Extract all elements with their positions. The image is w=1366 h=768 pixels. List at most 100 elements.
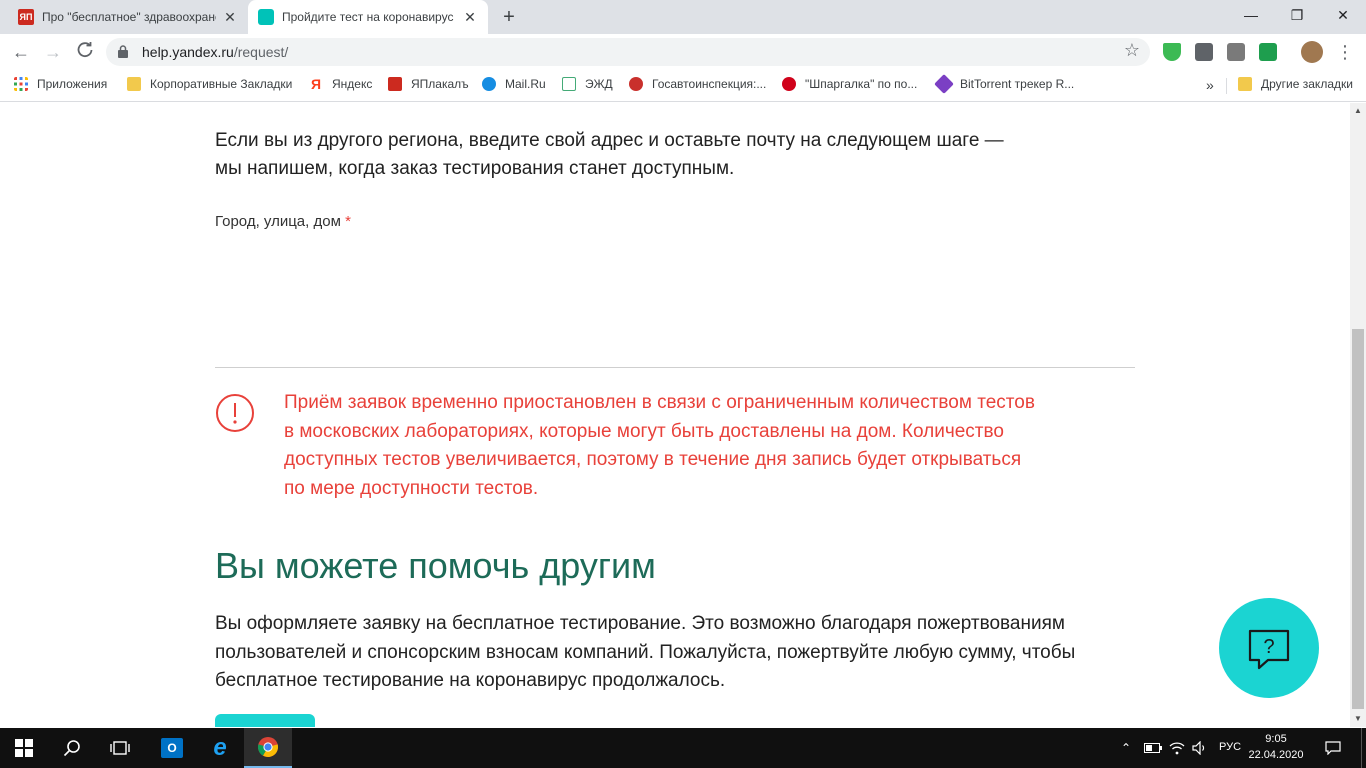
gibdd-icon	[629, 77, 643, 91]
forward-button[interactable]: →	[41, 40, 65, 64]
bookmark-star-icon[interactable]: ☆	[1124, 40, 1140, 61]
bookmark-gibdd[interactable]: Госавтоинспекция:...	[629, 77, 766, 91]
address-bar[interactable]: help.yandex.ru/request/ ☆	[106, 38, 1150, 66]
bookmark-yaplakal[interactable]: ЯПлакалъ	[388, 77, 469, 91]
show-desktop-button[interactable]	[1361, 728, 1362, 768]
outlook-taskbar-button[interactable]: O	[148, 728, 196, 768]
adblock-shield-icon[interactable]	[1163, 43, 1181, 61]
svg-text:?: ?	[1263, 636, 1274, 658]
yaplakal-icon	[388, 77, 402, 91]
bookmark-label: "Шпаргалка" по по...	[805, 77, 918, 91]
windows-taskbar: O e ⌃ РУС 9:05 22.04.2020	[0, 728, 1366, 768]
chrome-icon	[257, 737, 279, 758]
extension-icon[interactable]	[1195, 43, 1213, 61]
clock-date[interactable]: 22.04.2020	[1246, 749, 1306, 761]
bookmark-folder-icon	[127, 77, 141, 91]
new-tab-button[interactable]: +	[498, 6, 520, 28]
wifi-icon[interactable]	[1166, 728, 1188, 768]
address-input-underline	[215, 367, 1135, 368]
bookmarks-bar: Приложения Корпоративные Закладки Я Янде…	[0, 70, 1366, 102]
ezhd-icon	[562, 77, 576, 91]
bookmark-other[interactable]: Другие закладки	[1238, 77, 1353, 91]
bookmark-label: Яндекс	[332, 77, 373, 91]
bookmark-label: ЭЖД	[585, 77, 613, 91]
clock-time[interactable]: 9:05	[1246, 733, 1306, 745]
download-icon[interactable]	[1227, 43, 1245, 61]
close-tab-icon[interactable]: ✕	[462, 9, 478, 26]
bookmark-label: BitTorrent трекер R...	[960, 77, 1075, 91]
help-chat-icon: ?	[1248, 629, 1290, 670]
reload-button[interactable]	[73, 40, 97, 64]
alert-exclamation-icon	[216, 394, 254, 432]
menu-kebab-icon[interactable]: ⋮	[1333, 40, 1357, 64]
address-input[interactable]	[215, 237, 1135, 365]
volume-icon[interactable]	[1188, 728, 1212, 768]
bookmark-bittorrent[interactable]: BitTorrent трекер R...	[934, 74, 1075, 94]
help-others-heading: Вы можете помочь другим	[215, 545, 656, 586]
scroll-down-arrow-icon[interactable]: ▼	[1350, 711, 1366, 727]
region-intro-text: Если вы из другого региона, введите свой…	[215, 130, 1004, 179]
tab-title: Про "бесплатное" здравоохранение	[42, 10, 216, 24]
task-view-icon	[110, 741, 130, 755]
mailru-icon	[482, 77, 496, 91]
bookmark-corporate[interactable]: Корпоративные Закладки	[127, 77, 292, 91]
yandex-icon: Я	[310, 76, 322, 92]
outlook-icon: O	[161, 738, 183, 758]
profile-avatar[interactable]	[1301, 41, 1323, 63]
scrollbar-thumb[interactable]	[1352, 329, 1364, 709]
restore-button[interactable]: ❐	[1274, 0, 1320, 30]
task-view-button[interactable]	[96, 728, 144, 768]
bookmark-label: ЯПлакалъ	[411, 77, 469, 91]
bookmark-shpargalka[interactable]: "Шпаргалка" по по...	[782, 77, 917, 91]
bookmark-label: Корпоративные Закладки	[150, 77, 293, 91]
donation-description: Вы оформляете заявку на бесплатное тести…	[215, 613, 1076, 691]
tab-strip: ЯП Про "бесплатное" здравоохранение ✕ Пр…	[0, 0, 1366, 34]
window-close-button[interactable]: ✕	[1320, 0, 1366, 30]
chrome-taskbar-button[interactable]	[244, 728, 292, 768]
bookmark-yandex[interactable]: Я Яндекс	[309, 77, 372, 91]
scroll-up-arrow-icon[interactable]: ▲	[1350, 103, 1366, 119]
input-language-indicator[interactable]: РУС	[1214, 741, 1246, 753]
tab-inactive[interactable]: ЯП Про "бесплатное" здравоохранение ✕	[8, 0, 248, 34]
tab-active[interactable]: Пройдите тест на коронавирус ✕	[248, 0, 488, 34]
back-button[interactable]: ←	[9, 40, 33, 64]
apps-grid-icon	[14, 77, 28, 91]
start-button[interactable]	[0, 728, 48, 768]
bookmark-folder-icon	[1238, 77, 1252, 91]
yaplakal-favicon-icon: ЯП	[18, 9, 34, 25]
page-content: Если вы из другого региона, введите свой…	[0, 103, 1350, 727]
battery-icon[interactable]	[1142, 728, 1164, 768]
bookmark-label: Приложения	[37, 77, 108, 91]
reload-icon	[77, 41, 93, 58]
suspension-alert-text: Приём заявок временно приостановлен в св…	[284, 392, 1035, 499]
bookmark-ezhd[interactable]: ЭЖД	[562, 77, 613, 91]
show-hidden-icons-button[interactable]: ⌃	[1116, 728, 1136, 768]
donate-button[interactable]	[215, 714, 315, 727]
minimize-button[interactable]: —	[1228, 0, 1274, 30]
page-scrollbar[interactable]: ▲ ▼	[1350, 103, 1366, 727]
bookmarks-divider	[1226, 78, 1227, 94]
ie-taskbar-button[interactable]: e	[196, 728, 244, 768]
bookmark-mailru[interactable]: Mail.Ru	[482, 77, 546, 91]
bookmark-apps[interactable]: Приложения	[14, 77, 107, 91]
shpargalka-icon	[782, 77, 796, 91]
close-tab-icon[interactable]: ✕	[222, 9, 238, 26]
bookmarks-overflow-button[interactable]: »	[1206, 77, 1214, 93]
action-center-button[interactable]	[1318, 728, 1348, 768]
yandex-help-favicon-icon	[258, 9, 274, 25]
browser-toolbar: ← → help.yandex.ru/request/ ☆ ⋮	[0, 34, 1366, 70]
bookmark-label: Mail.Ru	[505, 77, 546, 91]
search-icon	[63, 740, 80, 757]
help-chat-button[interactable]: ?	[1219, 598, 1319, 698]
windows-logo-icon	[15, 739, 33, 757]
bookmark-label: Госавтоинспекция:...	[652, 77, 767, 91]
internet-explorer-icon: e	[213, 734, 227, 761]
search-button[interactable]	[48, 728, 96, 768]
bittorrent-icon	[934, 74, 954, 94]
url-text: help.yandex.ru/request/	[142, 44, 289, 60]
lock-icon	[118, 45, 128, 58]
bookmark-label: Другие закладки	[1261, 77, 1353, 91]
required-mark: *	[345, 213, 351, 230]
notification-icon	[1325, 741, 1341, 755]
green-extension-icon[interactable]	[1259, 43, 1277, 61]
